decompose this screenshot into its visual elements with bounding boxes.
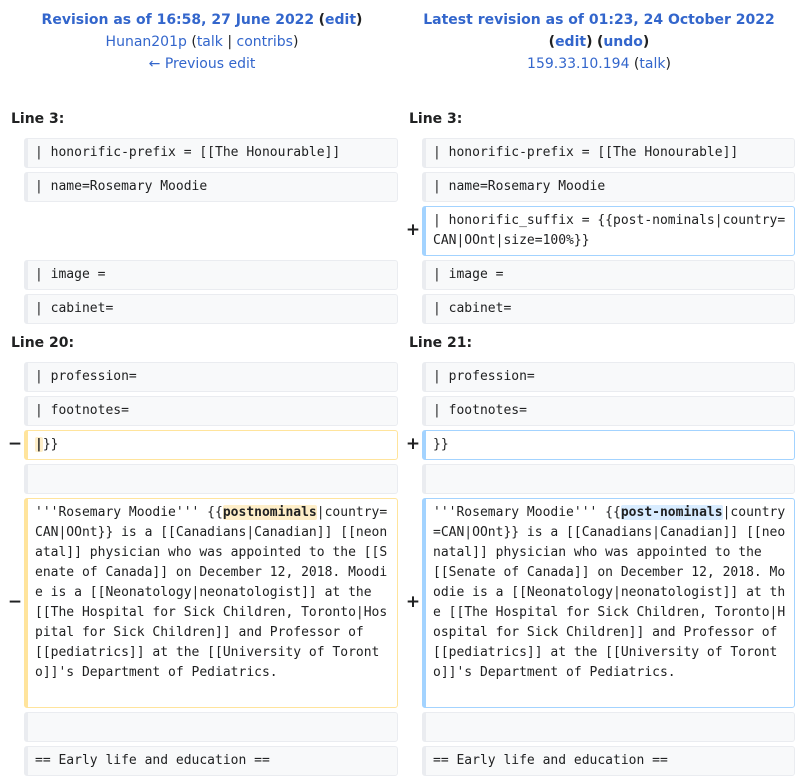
context-line-old: | footnotes=: [24, 396, 398, 426]
new-revision-header: Latest revision as of 01:23, 24 October …: [423, 12, 775, 72]
context-line-old: | cabinet=: [24, 294, 398, 324]
context-line-old: == Early life and education ==: [24, 746, 398, 776]
old-line-number: Line 3:: [11, 111, 65, 127]
context-line-new: | profession=: [422, 362, 795, 392]
added-text-highlight: post-nominals: [620, 505, 723, 520]
context-line-old: | profession=: [24, 362, 398, 392]
new-user-link[interactable]: 159.33.10.194: [527, 56, 629, 72]
added-line-marker: +: [405, 592, 421, 612]
empty-context-line-new: [422, 464, 795, 494]
context-line-old: | honorific-prefix = [[The Honourable]]: [24, 138, 398, 168]
context-line-old: | name=Rosemary Moodie: [24, 172, 398, 202]
empty-context-line-old: [24, 712, 398, 742]
empty-context-line-new: [422, 712, 795, 742]
previous-edit-link[interactable]: ← Previous edit: [149, 56, 256, 72]
deleted-text-highlight: postnominals: [222, 505, 317, 520]
new-revision-link[interactable]: Latest revision as of 01:23, 24 October …: [423, 12, 775, 28]
deleted-line-marker: −: [7, 434, 23, 454]
context-line-new: | cabinet=: [422, 294, 795, 324]
context-line-new: | honorific-prefix = [[The Honourable]]: [422, 138, 795, 168]
deleted-text-highlight: |: [35, 437, 43, 452]
context-line-new: | name=Rosemary Moodie: [422, 172, 795, 202]
old-edit-link[interactable]: edit: [325, 12, 356, 28]
context-line-new: == Early life and education ==: [422, 746, 795, 776]
context-line-new: | image =: [422, 260, 795, 290]
new-line-number: Line 21:: [409, 335, 473, 351]
old-line-number: Line 20:: [11, 335, 75, 351]
deleted-line: '''Rosemary Moodie''' {{postnominals|cou…: [24, 498, 398, 708]
empty-context-line-old: [24, 464, 398, 494]
new-line-number: Line 3:: [409, 111, 463, 127]
old-user-link[interactable]: Hunan201p: [106, 34, 187, 50]
added-line-marker: +: [405, 434, 421, 454]
added-line-marker: +: [405, 220, 421, 240]
undo-link[interactable]: undo: [603, 34, 643, 50]
added-line: '''Rosemary Moodie''' {{post-nominals|co…: [422, 498, 795, 708]
new-edit-link[interactable]: edit: [555, 34, 586, 50]
old-revision-link[interactable]: Revision as of 16:58, 27 June 2022: [42, 12, 315, 28]
added-line: | honorific_suffix = {{post-nominals|cou…: [422, 206, 795, 256]
old-revision-header: Revision as of 16:58, 27 June 2022 (edit…: [41, 12, 363, 72]
context-line-new: | footnotes=: [422, 396, 795, 426]
context-line-old: | image =: [24, 260, 398, 290]
new-user-talk-link[interactable]: talk: [639, 56, 665, 72]
deleted-line: |}}: [24, 430, 398, 460]
deleted-line-marker: −: [7, 592, 23, 612]
old-user-talk-link[interactable]: talk: [197, 34, 223, 50]
old-user-contribs-link[interactable]: contribs: [237, 34, 293, 50]
added-line: }}: [422, 430, 795, 460]
